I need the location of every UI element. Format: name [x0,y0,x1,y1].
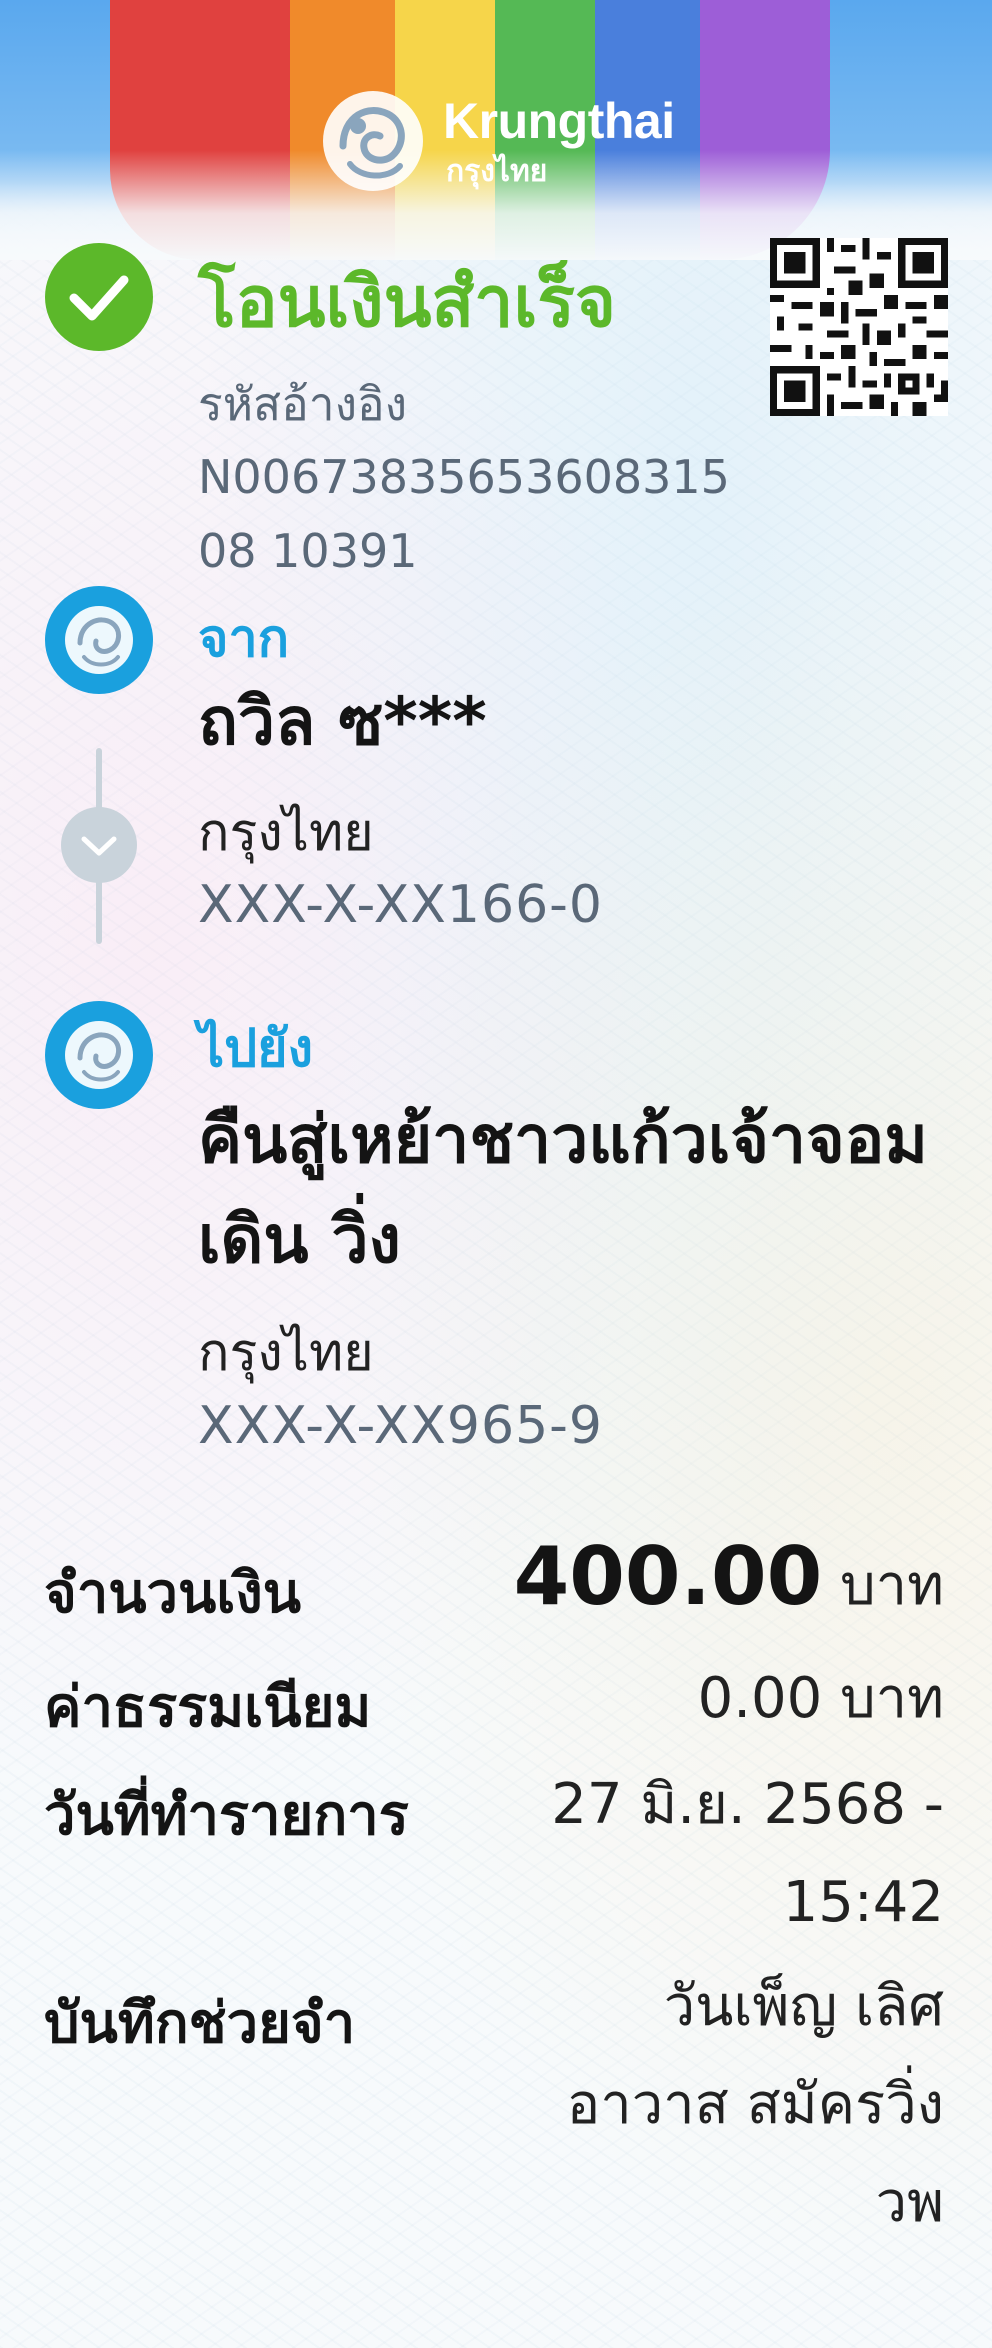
fee-label: ค่าธรรมเนียม [44,1675,372,1740]
sender-bank-icon [45,586,153,694]
reference-label: รหัสอ้างอิง [198,377,408,431]
chevron-down-icon [61,807,137,883]
receiver-account: XXX-X-XX965-9 [198,1396,604,1456]
receiver-bank-icon [45,1001,153,1109]
from-label: จาก [198,609,290,669]
reference-code: N0067383565360831508 10391 [198,450,730,578]
receiver-name: คืนสู่เหย้าชาวแก้วเจ้าจอม เดิน วิ่ง [198,1101,928,1278]
sender-account: XXX-X-XX166-0 [198,875,604,935]
amount-number: 400.00 [513,1530,823,1623]
memo-value: วันเพ็ญ เลิศอาวาส สมัครวิ่ง วพ [566,1974,944,2235]
brand-name-en: Krungthai [443,93,675,149]
bank-logo-icon [323,91,423,191]
sender-bank: กรุงไทย [198,803,374,863]
date-value: 27 มิ.ย. 2568 - 15:42 [551,1772,944,1935]
to-label: ไปยัง [198,1019,314,1079]
sender-name: ถวิล ซ*** [198,683,487,760]
brand-name-th: กรุงไทย [446,154,548,189]
header-banner: Krungthai กรุงไทย [0,0,992,260]
date-label: วันที่ทำรายการ [44,1783,409,1848]
amount-unit: บาท [840,1553,944,1618]
fee-value: 0.00 บาท [697,1666,944,1731]
amount-value: 400.00 บาท [514,1528,944,1635]
check-circle-icon [45,243,153,351]
krungthai-logo: Krungthai กรุงไทย [318,86,678,196]
transfer-slip: Krungthai กรุงไทย โอนเงินสำเร็จ รหัสอ้าง… [0,0,992,2348]
amount-label: จำนวนเงิน [44,1561,302,1626]
receiver-bank: กรุงไทย [198,1323,374,1383]
qr-code[interactable] [770,238,948,416]
memo-label: บันทึกช่วยจำ [44,1991,356,2056]
status-title: โอนเงินสำเร็จ [198,261,617,343]
